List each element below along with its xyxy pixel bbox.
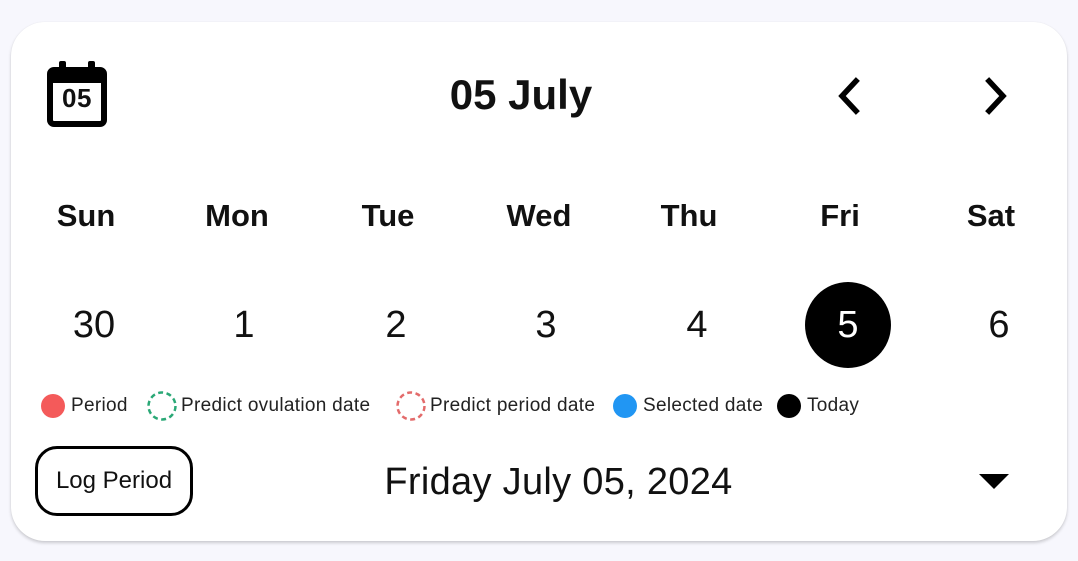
chevron-left-icon: [838, 77, 860, 115]
calendar-icon[interactable]: 05: [47, 61, 107, 127]
day-cell[interactable]: 4: [654, 282, 740, 368]
weekday-thu: Thu: [660, 198, 718, 233]
month-title: 05 July: [449, 71, 593, 118]
legend-label: Period: [71, 395, 128, 416]
log-period-button[interactable]: Log Period: [35, 446, 193, 516]
previous-button[interactable]: [826, 72, 874, 120]
dashed-circle-red-icon: [396, 391, 426, 421]
calendar-icon-day: 05: [62, 83, 92, 113]
chevron-right-icon: [985, 77, 1007, 115]
weekday-mon: Mon: [205, 198, 269, 233]
weekday-wed: Wed: [506, 198, 572, 233]
day-cell[interactable]: 2: [353, 282, 439, 368]
legend-label: Today: [807, 395, 860, 416]
dashed-circle-green-icon: [147, 391, 177, 421]
day-cell-today[interactable]: 5: [805, 282, 891, 368]
legend-label: Predict ovulation date: [181, 395, 371, 416]
period-dot-icon: [41, 394, 65, 418]
next-button[interactable]: [971, 72, 1019, 120]
legend-predict-ovulation: Predict ovulation date: [147, 391, 371, 421]
day-cell[interactable]: 30: [51, 282, 137, 368]
weekday-sat: Sat: [966, 198, 1016, 233]
legend-today: Today: [777, 392, 859, 420]
day-cell[interactable]: 3: [503, 282, 589, 368]
day-cell[interactable]: 1: [201, 282, 287, 368]
legend-label: Predict period date: [430, 395, 596, 416]
weekday-tue: Tue: [361, 198, 415, 233]
legend-period: Period: [41, 392, 128, 420]
legend-predict-period: Predict period date: [396, 391, 596, 421]
today-dot-icon: [777, 394, 801, 418]
expand-button[interactable]: [970, 466, 1018, 498]
selected-dot-icon: [613, 394, 637, 418]
legend-label: Selected date: [643, 395, 764, 416]
selected-date-text: Friday July 05, 2024: [384, 461, 733, 503]
caret-down-icon: [979, 474, 1009, 489]
weekday-fri: Fri: [820, 198, 860, 233]
legend-selected: Selected date: [613, 392, 763, 420]
weekday-sun: Sun: [56, 198, 116, 233]
day-cell[interactable]: 6: [956, 282, 1042, 368]
